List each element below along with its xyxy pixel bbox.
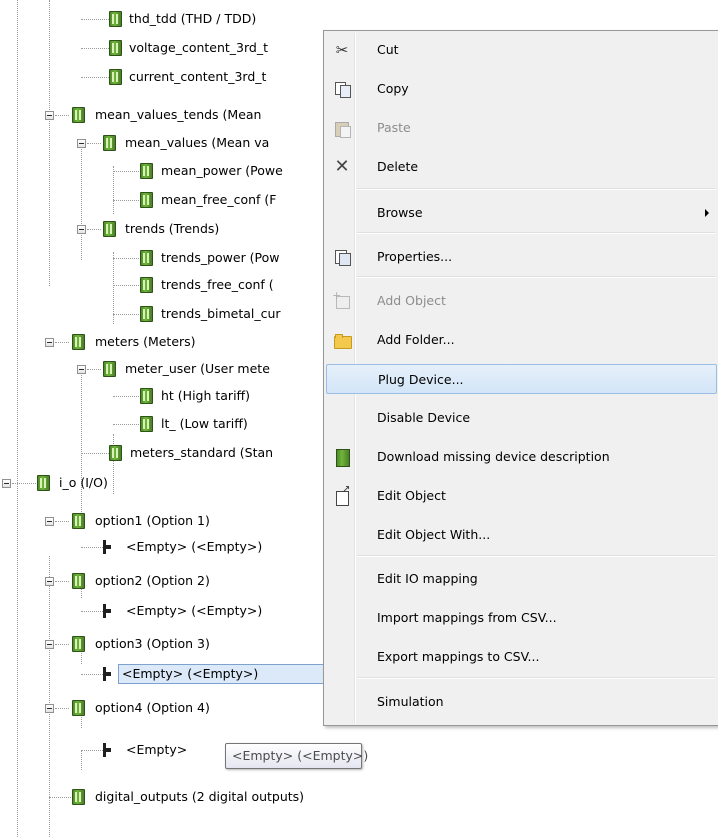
paste-icon bbox=[334, 120, 351, 138]
tree-node-label: mean_power (Powe bbox=[161, 163, 283, 178]
device-icon bbox=[103, 221, 116, 237]
device-icon bbox=[140, 277, 153, 293]
collapse-toggle-icon[interactable] bbox=[45, 577, 54, 586]
menu-item-plug-device[interactable]: Plug Device... bbox=[326, 364, 717, 394]
scissors-icon: ✂ bbox=[335, 41, 349, 59]
menu-item-copy[interactable]: Copy bbox=[326, 74, 717, 104]
device-icon bbox=[140, 163, 153, 179]
menu-separator bbox=[357, 276, 715, 278]
tree-node-label: trends_bimetal_cur bbox=[161, 306, 281, 321]
collapse-toggle-icon[interactable] bbox=[45, 640, 54, 649]
device-icon bbox=[72, 789, 85, 805]
tree-node-label: digital_outputs (2 digital outputs) bbox=[95, 789, 305, 804]
context-menu: ✂ Cut Copy Paste ✕ Delete Browse Propert… bbox=[323, 30, 718, 726]
device-icon bbox=[334, 449, 350, 467]
collapse-toggle-icon[interactable] bbox=[2, 479, 11, 488]
device-icon bbox=[72, 513, 85, 529]
plug-slot-icon bbox=[101, 604, 111, 618]
device-icon bbox=[140, 192, 153, 208]
device-icon bbox=[140, 416, 153, 432]
device-icon bbox=[72, 700, 85, 716]
menu-item-disable-device[interactable]: Disable Device bbox=[326, 403, 717, 433]
tooltip-text: <Empty> (<Empty>) bbox=[232, 748, 369, 763]
device-icon bbox=[37, 475, 50, 491]
menu-item-cut[interactable]: ✂ Cut bbox=[326, 35, 717, 65]
tree-node-label: <Empty> bbox=[126, 742, 188, 757]
device-icon bbox=[72, 107, 85, 123]
tooltip: <Empty> (<Empty>) bbox=[225, 743, 368, 769]
collapse-toggle-icon[interactable] bbox=[77, 365, 86, 374]
menu-item-edit-io-mapping[interactable]: Edit IO mapping bbox=[326, 564, 717, 594]
tree-node-label: current_content_3rd_t bbox=[129, 69, 267, 84]
device-icon bbox=[109, 69, 122, 85]
tree-node-label: lt_ (Low tariff) bbox=[161, 416, 248, 431]
tree-node[interactable]: thd_tdd (THD / TDD) bbox=[0, 6, 718, 32]
menu-item-properties[interactable]: Properties... bbox=[326, 242, 717, 272]
tree-node-label: <Empty> (<Empty>) bbox=[126, 603, 263, 618]
tree-node-label: option2 (Option 2) bbox=[95, 573, 210, 588]
collapse-toggle-icon[interactable] bbox=[77, 225, 86, 234]
menu-item-delete[interactable]: ✕ Delete bbox=[326, 152, 717, 182]
tree-node-label: trends_free_conf ( bbox=[161, 277, 274, 292]
menu-separator bbox=[357, 188, 715, 190]
device-icon bbox=[140, 306, 153, 322]
device-icon bbox=[72, 636, 85, 652]
tree-node-label: mean_values (Mean va bbox=[125, 135, 270, 150]
device-icon bbox=[103, 361, 116, 377]
menu-separator bbox=[357, 677, 715, 679]
tree-node-label: option4 (Option 4) bbox=[95, 700, 210, 715]
collapse-toggle-icon[interactable] bbox=[77, 139, 86, 148]
collapse-toggle-icon[interactable] bbox=[45, 517, 54, 526]
menu-item-add-object[interactable]: Add Object bbox=[326, 286, 717, 316]
properties-icon bbox=[334, 249, 351, 266]
menu-item-import-mappings[interactable]: Import mappings from CSV... bbox=[326, 603, 717, 633]
tree-node-label: meters_standard (Stan bbox=[130, 445, 274, 460]
menu-separator bbox=[357, 555, 715, 557]
device-icon bbox=[72, 573, 85, 589]
tree-node-label: ht (High tariff) bbox=[161, 388, 251, 403]
delete-icon: ✕ bbox=[334, 156, 350, 177]
tree-node-label: meters (Meters) bbox=[95, 334, 196, 349]
collapse-toggle-icon[interactable] bbox=[45, 704, 54, 713]
collapse-toggle-icon[interactable] bbox=[45, 338, 54, 347]
menu-item-add-folder[interactable]: Add Folder... bbox=[326, 325, 717, 355]
device-icon bbox=[140, 250, 153, 266]
tree-node-label: thd_tdd (THD / TDD) bbox=[129, 11, 257, 26]
plug-slot-icon bbox=[101, 667, 111, 681]
tree-node-label: option1 (Option 1) bbox=[95, 513, 210, 528]
menu-item-paste[interactable]: Paste bbox=[326, 113, 717, 143]
device-icon bbox=[140, 388, 153, 404]
tree-node-label: meter_user (User mete bbox=[125, 361, 270, 376]
device-icon bbox=[72, 334, 85, 350]
device-icon bbox=[103, 135, 116, 151]
tree-node[interactable]: digital_outputs (2 digital outputs) bbox=[0, 784, 718, 810]
tree-node-label: trends (Trends) bbox=[125, 221, 220, 236]
tree-node-label: mean_free_conf (F bbox=[161, 192, 277, 207]
tree-node-label: <Empty> (<Empty>) bbox=[126, 539, 263, 554]
menu-item-download-device-description[interactable]: Download missing device description bbox=[326, 442, 717, 472]
folder-icon bbox=[334, 332, 352, 349]
copy-icon bbox=[334, 81, 351, 98]
collapse-toggle-icon[interactable] bbox=[45, 111, 54, 120]
edit-object-icon bbox=[334, 484, 350, 506]
add-object-icon bbox=[332, 289, 350, 309]
menu-item-edit-object[interactable]: Edit Object bbox=[326, 481, 717, 511]
device-icon bbox=[109, 40, 122, 56]
tree-node-label: trends_power (Pow bbox=[161, 250, 280, 265]
menu-item-simulation[interactable]: Simulation bbox=[326, 687, 717, 717]
tree-node-label: i_o (I/O) bbox=[59, 475, 108, 490]
menu-separator bbox=[357, 232, 715, 234]
submenu-arrow-icon bbox=[705, 209, 709, 217]
menu-item-export-mappings[interactable]: Export mappings to CSV... bbox=[326, 642, 717, 672]
plug-slot-icon bbox=[101, 540, 111, 554]
plug-slot-icon bbox=[101, 743, 111, 757]
device-icon bbox=[109, 11, 122, 27]
menu-item-browse[interactable]: Browse bbox=[326, 198, 717, 228]
tree-node-label: option3 (Option 3) bbox=[95, 636, 210, 651]
device-icon bbox=[109, 445, 122, 461]
tree-node-label: voltage_content_3rd_t bbox=[129, 40, 269, 55]
tree-node-label: mean_values_tends (Mean bbox=[95, 107, 262, 122]
menu-item-edit-object-with[interactable]: Edit Object With... bbox=[326, 520, 717, 550]
